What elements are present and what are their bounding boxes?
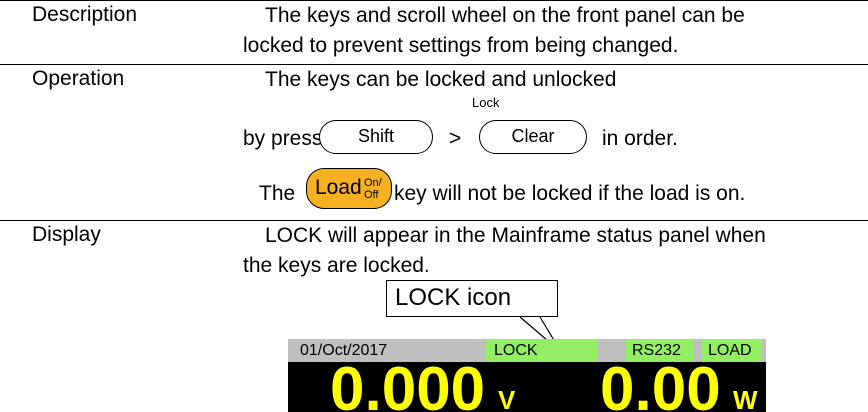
description-line-2: locked to prevent settings from being ch… <box>243 34 679 57</box>
the-text: The <box>259 182 296 205</box>
lock-icon-callout: LOCK icon <box>386 280 558 317</box>
rs232-status-tag: RS232 <box>626 339 694 362</box>
load-key[interactable]: Load On/ Off <box>306 168 392 209</box>
power-value: 0.00 <box>600 362 721 412</box>
display-line-2: the keys are locked. <box>243 254 430 277</box>
rule-after-description <box>0 64 868 65</box>
description-line-1: The keys and scroll wheel on the front p… <box>265 4 745 27</box>
load-key-on-label: On/ <box>364 177 382 189</box>
by-press-text: by press <box>243 127 323 150</box>
power-unit: W <box>733 385 758 412</box>
clear-key[interactable]: Clear <box>479 120 587 154</box>
operation-label: Operation <box>32 67 125 90</box>
load-note-text: key will not be locked if the load is on… <box>394 182 746 205</box>
display-label: Display <box>32 223 101 246</box>
voltage-value: 0.000 <box>330 362 486 412</box>
key-sequence-separator: > <box>449 127 462 150</box>
lock-status-text: LOCK <box>494 342 538 359</box>
lock-status-tag: LOCK <box>486 339 598 362</box>
measurement-readout: 0.000 V 0.00 W <box>288 362 766 412</box>
operation-line-1: The keys can be locked and unlocked <box>265 68 617 91</box>
status-date: 01/Oct/2017 <box>300 342 388 359</box>
shift-key[interactable]: Shift <box>319 120 433 154</box>
display-line-1: LOCK will appear in the Mainframe status… <box>265 224 766 247</box>
lock-caption: Lock <box>472 95 500 110</box>
status-bar: 01/Oct/2017 LOCK RS232 LOAD <box>288 339 766 362</box>
description-label: Description <box>32 3 138 26</box>
load-key-off-label: Off <box>364 189 379 201</box>
load-key-label: Load <box>315 176 362 199</box>
in-order-text: in order. <box>602 127 678 150</box>
rule-after-operation <box>0 220 868 221</box>
top-rule <box>0 0 868 1</box>
voltage-unit: V <box>498 385 516 412</box>
rs232-status-text: RS232 <box>632 342 681 359</box>
load-status-tag: LOAD <box>702 339 762 362</box>
load-status-text: LOAD <box>708 342 752 359</box>
